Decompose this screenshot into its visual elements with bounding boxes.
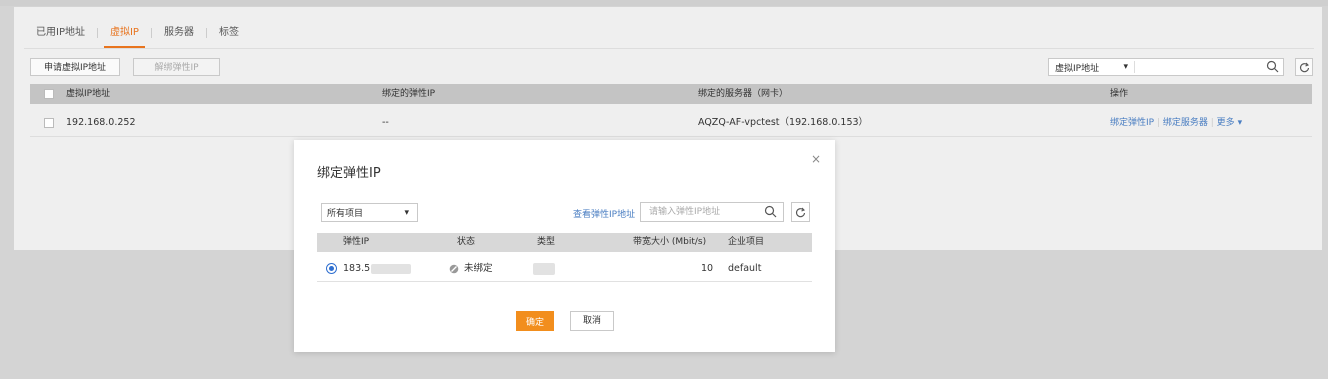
eip-search-input[interactable]: 请输入弹性IP地址: [640, 202, 784, 222]
unbind-eip-button[interactable]: 解绑弹性IP: [133, 58, 220, 76]
col-actions: 操作: [1110, 89, 1129, 99]
tab-bar: 已用IP地址 虚拟IP 服务器 标签: [24, 22, 251, 48]
cancel-button[interactable]: 取消: [570, 311, 614, 331]
dialog-table-header: 弹性IP 状态 类型 带宽大小 (Mbit/s) 企业项目: [317, 233, 812, 252]
table-row: 192.168.0.252 -- AQZQ-AF-vpctest（192.168…: [30, 112, 1312, 134]
bind-eip-link[interactable]: 绑定弹性IP: [1110, 118, 1154, 128]
more-menu-link[interactable]: 更多: [1217, 118, 1235, 128]
chevron-down-icon: ▾: [1123, 62, 1128, 72]
select-all-checkbox[interactable]: [44, 89, 54, 99]
row-actions: 绑定弹性IP | 绑定服务器 | 更多 ▾: [1110, 112, 1242, 134]
row-bound-eip: --: [382, 117, 389, 128]
col-eip: 弹性IP: [343, 237, 370, 247]
row-bound-server: AQZQ-AF-vpctest（192.168.0.153）: [698, 117, 869, 128]
filter-select-value: 虚拟IP地址: [1055, 63, 1100, 74]
col-bandwidth: 带宽大小 (Mbit/s): [633, 237, 707, 247]
row-enterprise-project: default: [728, 263, 762, 274]
col-status: 状态: [457, 237, 476, 247]
tab-servers[interactable]: 服务器: [152, 22, 206, 44]
chevron-down-icon[interactable]: ▾: [1238, 118, 1243, 128]
col-type: 类型: [537, 237, 556, 247]
row-divider: [30, 136, 1312, 137]
search-icon[interactable]: [1266, 60, 1279, 76]
search-icon[interactable]: [764, 205, 777, 225]
redacted-ip: [371, 264, 411, 274]
row-virtual-ip: 192.168.0.252: [66, 117, 136, 128]
row-divider: [317, 281, 812, 282]
project-select[interactable]: 所有项目 ▾: [321, 203, 418, 222]
row-status: 未绑定: [464, 263, 493, 274]
view-eip-link[interactable]: 查看弹性IP地址: [573, 207, 635, 220]
unbound-status-icon: [449, 258, 459, 280]
bind-server-link[interactable]: 绑定服务器: [1163, 118, 1208, 128]
apply-virtual-ip-button[interactable]: 申请虚拟IP地址: [30, 58, 120, 76]
close-icon[interactable]: ×: [811, 152, 821, 166]
table-header: 虚拟IP地址 绑定的弹性IP 绑定的服务器（网卡） 操作: [30, 84, 1312, 104]
top-band: [0, 0, 1328, 6]
row-checkbox[interactable]: [44, 118, 54, 128]
row-bandwidth: 10: [701, 263, 714, 274]
tab-used-ip[interactable]: 已用IP地址: [24, 22, 97, 44]
bind-eip-dialog: 绑定弹性IP × 所有项目 ▾ 查看弹性IP地址 请输入弹性IP地址 弹性IP …: [294, 140, 835, 352]
search-placeholder: 请输入弹性IP地址: [649, 207, 721, 217]
filter-select[interactable]: 虚拟IP地址 ▾: [1049, 61, 1135, 74]
col-virtual-ip: 虚拟IP地址: [66, 89, 111, 99]
col-bound-eip: 绑定的弹性IP: [382, 89, 436, 99]
eip-row[interactable]: 183.5 未绑定 10 default: [317, 258, 812, 280]
confirm-button[interactable]: 确定: [516, 311, 554, 331]
project-select-value: 所有项目: [327, 209, 364, 219]
chevron-down-icon: ▾: [404, 207, 409, 218]
filter-search-box[interactable]: 虚拟IP地址 ▾: [1048, 58, 1284, 76]
col-enterprise-project: 企业项目: [728, 237, 765, 247]
tab-underline: [24, 48, 1314, 49]
tab-tags[interactable]: 标签: [207, 22, 251, 44]
dialog-title: 绑定弹性IP: [317, 166, 381, 181]
refresh-icon[interactable]: [791, 202, 810, 222]
redacted-type: [533, 263, 555, 275]
row-eip: 183.5: [343, 263, 371, 274]
col-bound-server: 绑定的服务器（网卡）: [698, 89, 789, 99]
refresh-icon[interactable]: [1295, 58, 1313, 76]
tab-virtual-ip[interactable]: 虚拟IP: [98, 22, 151, 48]
eip-radio[interactable]: [326, 263, 337, 274]
